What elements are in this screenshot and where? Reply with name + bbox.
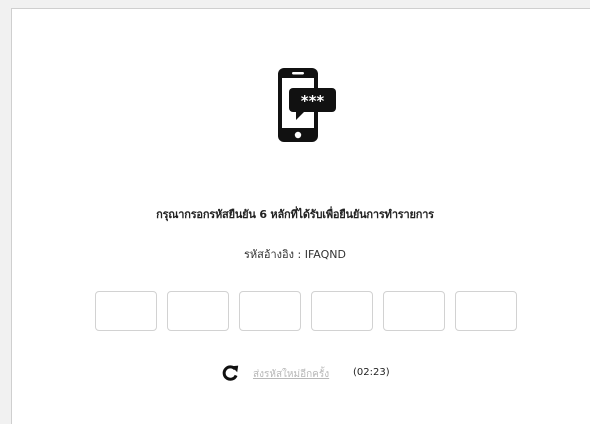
- otp-digit-1[interactable]: [95, 291, 157, 331]
- otp-digit-3[interactable]: [239, 291, 301, 331]
- page: *** กรุณากรอกรหัสยืนยัน 6 หลักที่ได้รับเ…: [0, 0, 590, 424]
- reference-code: รหัสอ้างอิง : IFAQND: [244, 248, 346, 261]
- otp-digit-6[interactable]: [455, 291, 517, 331]
- countdown-timer: (02:23): [353, 367, 390, 378]
- resend-code-link[interactable]: ส่งรหัสใหม่อีกครั้ง: [253, 367, 329, 382]
- otp-digit-5[interactable]: [383, 291, 445, 331]
- otp-digit-2[interactable]: [167, 291, 229, 331]
- otp-instruction: กรุณากรอกรหัสยืนยัน 6 หลักที่ได้รับเพื่อ…: [156, 208, 434, 221]
- asterisks-text: ***: [301, 92, 325, 110]
- otp-digit-4[interactable]: [311, 291, 373, 331]
- refresh-icon[interactable]: [221, 364, 239, 382]
- phone-message-icon: ***: [278, 68, 336, 142]
